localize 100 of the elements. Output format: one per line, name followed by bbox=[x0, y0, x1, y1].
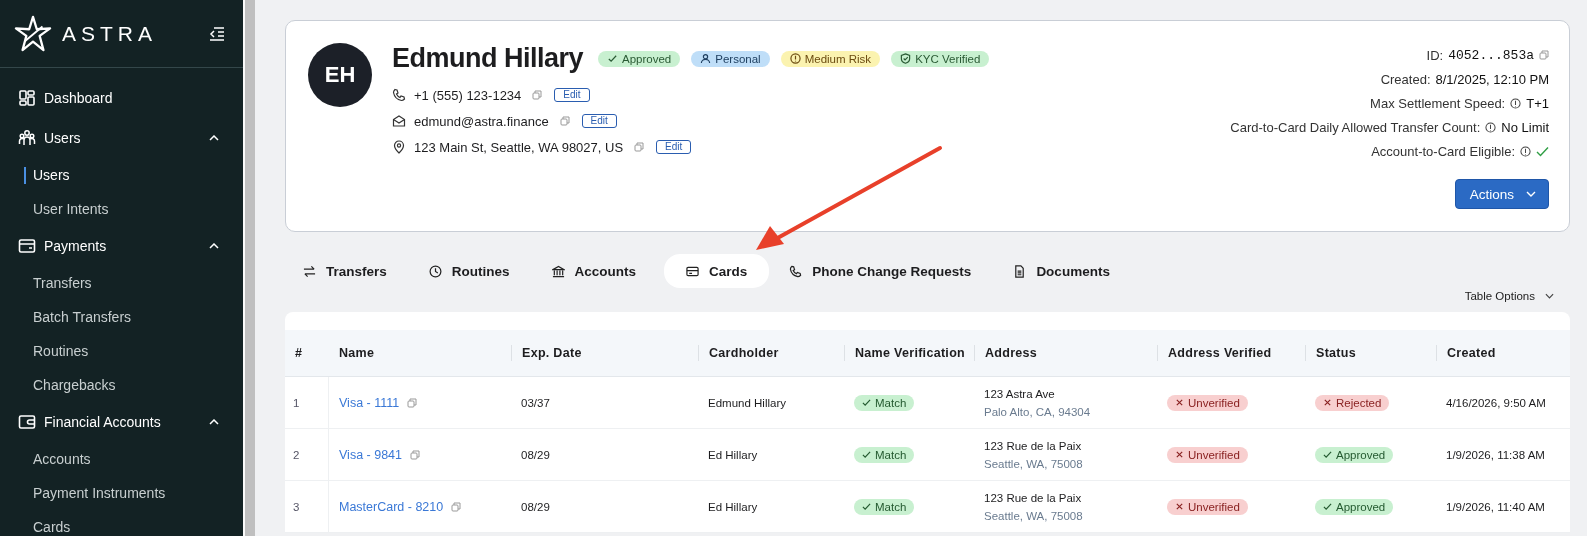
address-line: Seattle, WA, 75008 bbox=[984, 457, 1083, 470]
nav-item[interactable]: Accounts bbox=[0, 442, 243, 476]
copy-icon[interactable] bbox=[410, 449, 420, 460]
status-badge: KYC Verified bbox=[891, 50, 990, 67]
table-options-dropdown[interactable]: Table Options bbox=[1464, 288, 1554, 304]
nav-group[interactable]: Financial Accounts bbox=[0, 402, 243, 442]
detail-value: No Limit bbox=[1501, 119, 1549, 135]
wallet-icon bbox=[18, 413, 36, 431]
info-icon[interactable] bbox=[1510, 97, 1522, 109]
nav-group[interactable]: Dashboard bbox=[0, 78, 243, 118]
tab[interactable]: Cards bbox=[664, 254, 770, 288]
detail-label: ID: bbox=[1426, 47, 1444, 63]
checkmark-icon bbox=[1323, 450, 1332, 459]
edit-button[interactable]: Edit bbox=[554, 88, 590, 102]
tab[interactable]: Phone Change Requests bbox=[775, 254, 994, 288]
column-header: Exp. Date bbox=[522, 346, 582, 360]
card-icon bbox=[686, 264, 700, 278]
users-icon bbox=[18, 129, 36, 147]
table-cell: 08/29 bbox=[521, 500, 550, 513]
tab[interactable]: Routines bbox=[414, 254, 532, 288]
info-icon[interactable] bbox=[1485, 121, 1497, 133]
checkmark-icon bbox=[1536, 145, 1549, 157]
cross-icon bbox=[1175, 502, 1184, 511]
checkmark-icon bbox=[1323, 502, 1332, 511]
detail-label: Account-to-Card Eligible: bbox=[1371, 143, 1515, 159]
chevron-down-icon bbox=[1545, 293, 1554, 299]
collapse-menu-icon[interactable] bbox=[209, 26, 225, 41]
card-icon bbox=[18, 237, 36, 255]
nav-group[interactable]: Users bbox=[0, 118, 243, 158]
cross-icon bbox=[1323, 398, 1332, 407]
checkmark-icon bbox=[607, 53, 619, 64]
contact-value: 123 Main St, Seattle, WA 98027, US bbox=[414, 139, 624, 155]
table-cell: 1/9/2026, 11:40 AM bbox=[1446, 500, 1545, 513]
card-name-link[interactable]: Visa - 9841 bbox=[339, 447, 402, 462]
status-pill: Approved bbox=[1315, 498, 1394, 515]
chevron-down-icon bbox=[1526, 191, 1536, 197]
card-name-link[interactable]: Visa - 1111 bbox=[339, 395, 400, 410]
edit-button[interactable]: Edit bbox=[656, 140, 692, 154]
tab[interactable]: Documents bbox=[999, 254, 1132, 288]
status-pill: Rejected bbox=[1315, 394, 1390, 411]
nav-item[interactable]: User Intents bbox=[0, 192, 243, 226]
checkmark-icon bbox=[862, 450, 871, 459]
column-header: Cardholder bbox=[709, 346, 779, 360]
scrollbar[interactable] bbox=[243, 0, 255, 536]
detail-value: 8/1/2025, 12:10 PM bbox=[1435, 71, 1549, 87]
copy-icon[interactable] bbox=[1539, 50, 1549, 60]
document-icon bbox=[1013, 264, 1027, 278]
copy-icon[interactable] bbox=[634, 142, 645, 152]
copy-icon[interactable] bbox=[559, 116, 570, 126]
status-badge: Medium Risk bbox=[780, 50, 881, 67]
card-name-link[interactable]: MasterCard - 8210 bbox=[339, 499, 444, 514]
address-line: Seattle, WA, 75008 bbox=[984, 509, 1083, 522]
column-header: Name bbox=[339, 346, 375, 360]
envelope-icon bbox=[392, 114, 406, 128]
star-logo-icon bbox=[14, 14, 52, 53]
checkmark-icon bbox=[862, 502, 871, 511]
location-pin-icon bbox=[392, 140, 406, 154]
tab[interactable]: Transfers bbox=[289, 254, 409, 288]
detail-value: T+1 bbox=[1526, 95, 1549, 111]
actions-button[interactable]: Actions bbox=[1454, 179, 1549, 209]
address-line: Palo Alto, CA, 94304 bbox=[984, 405, 1091, 418]
address-line: 123 Astra Ave bbox=[984, 387, 1055, 400]
copy-icon[interactable] bbox=[532, 90, 543, 100]
copy-icon[interactable] bbox=[407, 397, 418, 408]
detail-value: 4052...853a bbox=[1448, 47, 1534, 63]
nav-item[interactable]: Transfers bbox=[0, 266, 243, 300]
nav-item[interactable]: Batch Transfers bbox=[0, 300, 243, 334]
nav-item[interactable]: Chargebacks bbox=[0, 368, 243, 402]
status-pill: Match bbox=[854, 446, 915, 463]
status-pill: Match bbox=[854, 498, 915, 515]
column-header: Address bbox=[985, 346, 1038, 360]
nav-item[interactable]: Users bbox=[0, 158, 243, 192]
status-badge: Personal bbox=[691, 50, 770, 67]
shield-icon bbox=[900, 53, 912, 64]
column-header: # bbox=[295, 346, 303, 360]
avatar: EH bbox=[308, 43, 372, 107]
table-cell: 2 bbox=[293, 448, 300, 461]
table-cell: 1/9/2026, 11:38 AM bbox=[1446, 448, 1545, 461]
nav-group[interactable]: Payments bbox=[0, 226, 243, 266]
detail-label: Max Settlement Speed: bbox=[1370, 95, 1506, 111]
edit-button[interactable]: Edit bbox=[581, 114, 617, 128]
checkmark-icon bbox=[862, 398, 871, 407]
nav-item[interactable]: Cards bbox=[0, 510, 243, 536]
nav-group-label: Users bbox=[44, 130, 82, 146]
status-pill: Approved bbox=[1315, 446, 1394, 463]
nav-item[interactable]: Payment Instruments bbox=[0, 476, 243, 510]
copy-icon[interactable] bbox=[451, 501, 462, 512]
bank-icon bbox=[551, 264, 565, 278]
phone-icon bbox=[789, 264, 803, 278]
phone-icon bbox=[392, 88, 406, 102]
nav-group-label: Payments bbox=[44, 238, 108, 254]
tab[interactable]: Accounts bbox=[537, 254, 659, 288]
info-icon[interactable] bbox=[1520, 145, 1531, 157]
table-cell: 03/37 bbox=[521, 396, 550, 409]
column-header: Name Verification bbox=[855, 346, 965, 360]
table-cell: 3 bbox=[293, 500, 300, 513]
cross-icon bbox=[1175, 398, 1184, 407]
nav-item[interactable]: Routines bbox=[0, 334, 243, 368]
column-header: Created bbox=[1447, 346, 1496, 360]
status-pill: Unverified bbox=[1167, 498, 1248, 515]
